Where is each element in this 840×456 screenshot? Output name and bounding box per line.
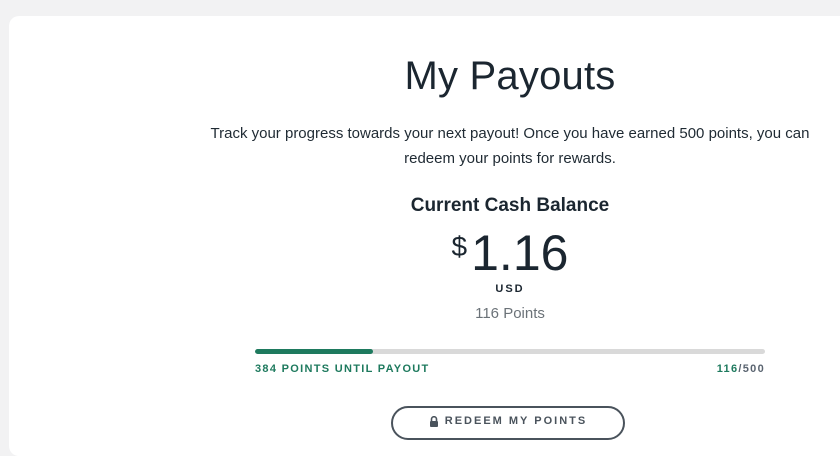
currency-code: USD — [495, 283, 525, 295]
balance-amount: 1.16 — [471, 225, 569, 281]
progress-count: 116/500 — [717, 363, 765, 375]
balance-amount-group: $1.16 — [0, 225, 840, 281]
points-balance: 116 Points — [475, 305, 545, 322]
lock-icon — [429, 415, 439, 430]
progress-max: 500 — [742, 363, 765, 375]
page-description: Track your progress towards your next pa… — [210, 125, 810, 167]
points-until-payout: 384 POINTS UNTIL PAYOUT — [255, 363, 430, 375]
progress-current: 116 — [716, 363, 739, 375]
payouts-content: My Payouts Track your progress towards y… — [0, 0, 840, 440]
payout-progress-bar — [255, 349, 765, 354]
payout-progress-fill — [255, 349, 374, 354]
redeem-points-button[interactable]: REDEEM MY POINTS — [391, 406, 625, 440]
balance-label: Current Cash Balance — [410, 195, 610, 216]
page-title: My Payouts — [404, 54, 616, 98]
currency-symbol: $ — [451, 231, 468, 262]
redeem-button-content: REDEEM MY POINTS — [393, 415, 623, 430]
redeem-button-label: REDEEM MY POINTS — [444, 415, 588, 427]
